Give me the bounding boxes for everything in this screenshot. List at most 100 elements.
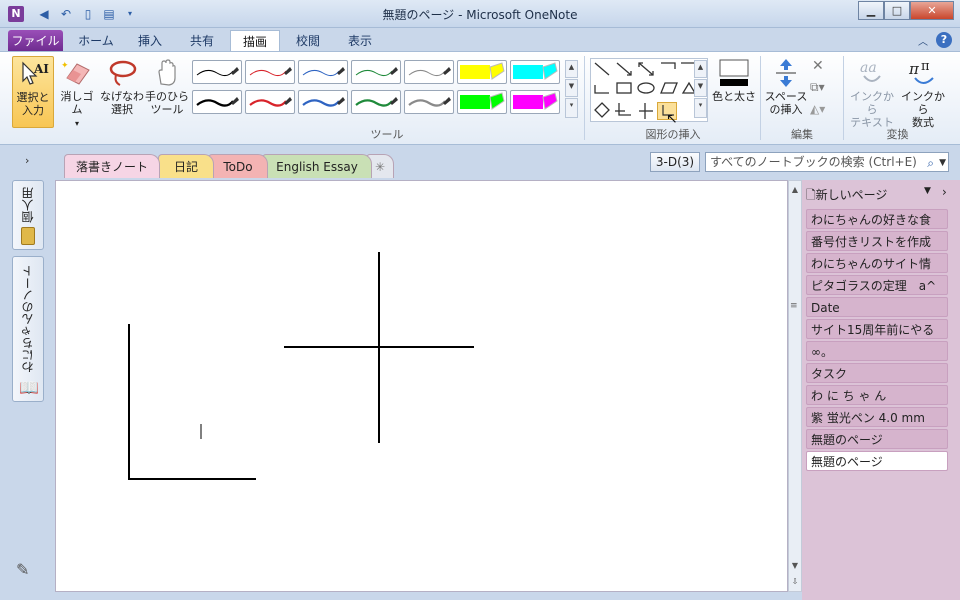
eraser-dropdown-icon[interactable]: ▾ bbox=[75, 119, 79, 128]
expand-navigation-icon[interactable]: › bbox=[25, 154, 29, 167]
page-item[interactable]: Date bbox=[806, 297, 948, 317]
eraser-button[interactable]: ✦ 消しゴム ▾ bbox=[56, 56, 98, 128]
shapes-down-icon[interactable]: ▼ bbox=[694, 79, 707, 97]
page-item[interactable]: 紫 蛍光ペン 4.0 mm bbox=[806, 407, 948, 427]
page-item[interactable]: ピタゴラスの定理 a^ bbox=[806, 275, 948, 295]
close-button[interactable]: ✕ bbox=[910, 1, 954, 20]
highlighter-icon bbox=[513, 92, 558, 110]
ink-to-math-icon: π π bbox=[908, 59, 934, 84]
shapes-icons bbox=[594, 62, 697, 119]
tab-view[interactable]: 表示 bbox=[336, 30, 384, 52]
section-tab-scratch[interactable]: 落書きノート bbox=[64, 154, 160, 178]
page-item[interactable]: 番号付きリストを作成 bbox=[806, 231, 948, 251]
search-notebooks-input[interactable]: すべてのノートブックの検索 (Ctrl+E) ⌕ ▼ bbox=[705, 152, 949, 172]
pen-swatch[interactable] bbox=[245, 90, 295, 114]
highlighter-swatch[interactable] bbox=[457, 60, 507, 84]
pen-swatch[interactable] bbox=[404, 90, 454, 114]
tab-share[interactable]: 共有 bbox=[178, 30, 226, 52]
pen-swatch[interactable] bbox=[351, 90, 401, 114]
notebook-personal[interactable]: 個人用 bbox=[12, 180, 44, 250]
section-3d-button[interactable]: 3-D(3) bbox=[650, 152, 700, 172]
pan-tool-button[interactable]: 手のひら ツール bbox=[145, 56, 189, 128]
section-tab-todo[interactable]: ToDo bbox=[208, 154, 268, 178]
pen-swatch[interactable] bbox=[404, 60, 454, 84]
section-tab-label: 落書きノート bbox=[75, 160, 148, 174]
section-tab-english-essay[interactable]: English Essay bbox=[262, 154, 372, 178]
expand-pages-icon[interactable]: › bbox=[942, 185, 947, 199]
eraser-label: 消しゴム bbox=[60, 90, 94, 116]
pen-swatch[interactable] bbox=[192, 90, 242, 114]
page-canvas[interactable] bbox=[55, 180, 788, 592]
page-item-current[interactable]: 無題のページ bbox=[806, 451, 948, 471]
pen-swatch[interactable] bbox=[245, 60, 295, 84]
pen-swatch[interactable] bbox=[298, 60, 348, 84]
ribbon-separator bbox=[584, 56, 585, 140]
highlighter-swatch[interactable] bbox=[510, 60, 560, 84]
page-item[interactable]: 無題のページ bbox=[806, 429, 948, 449]
notebook-wani-chan[interactable]: わにちゃんのノート 📖 bbox=[12, 256, 44, 402]
section-tab-label: ToDo bbox=[223, 160, 253, 174]
scroll-up-icon[interactable]: ▲ bbox=[789, 183, 801, 197]
pen-swatch[interactable] bbox=[192, 60, 242, 84]
select-and-type-button[interactable]: AI 選択と 入力 bbox=[12, 56, 54, 128]
svg-text:π: π bbox=[921, 59, 930, 74]
search-placeholder: すべてのノートブックの検索 (Ctrl+E) bbox=[710, 155, 917, 169]
open-notebook-icon: 📖 bbox=[19, 378, 39, 397]
lasso-select-button[interactable]: なげなわ 選択 bbox=[100, 56, 144, 128]
new-section-icon: ✳ bbox=[374, 160, 386, 174]
page-item[interactable]: わにちゃんの好きな食 bbox=[806, 209, 948, 229]
tab-file[interactable]: ファイル bbox=[8, 30, 63, 52]
lasso-icon bbox=[109, 60, 137, 86]
shapes-up-icon[interactable]: ▲ bbox=[694, 60, 707, 78]
new-page-button[interactable]: 🗋新しいページ ▼ › bbox=[806, 185, 956, 204]
tab-draw[interactable]: 描画 bbox=[230, 30, 280, 52]
minimize-button[interactable]: ▁ bbox=[858, 1, 884, 20]
new-page-icon: 🗋 bbox=[806, 188, 816, 202]
scroll-grip-icon[interactable]: ≡ bbox=[790, 301, 798, 311]
page-item[interactable]: ∞。 bbox=[806, 341, 948, 361]
pen-gallery-up-icon[interactable]: ▲ bbox=[565, 60, 578, 78]
pen-gallery-more-icon[interactable]: ▾ bbox=[565, 98, 578, 118]
shapes-more-icon[interactable]: ▾ bbox=[694, 98, 707, 118]
new-page-dropdown-icon[interactable]: ▼ bbox=[924, 186, 931, 196]
diamond-shape-icon bbox=[594, 102, 610, 118]
page-item[interactable]: わにちゃんのサイト情 bbox=[806, 253, 948, 273]
maximize-button[interactable]: □ bbox=[884, 1, 910, 20]
pen-gallery-down-icon[interactable]: ▼ bbox=[565, 79, 578, 97]
hand-icon bbox=[158, 59, 176, 86]
tab-insert[interactable]: 挿入 bbox=[126, 30, 174, 52]
scroll-down-icon[interactable]: ▼ bbox=[789, 559, 801, 573]
pen-icon bbox=[249, 67, 292, 77]
highlighter-swatch[interactable] bbox=[510, 90, 560, 114]
page-item[interactable]: タスク bbox=[806, 363, 948, 383]
search-icon[interactable]: ⌕ bbox=[927, 154, 934, 172]
close-icon: ✕ bbox=[927, 4, 937, 17]
unfiled-notes-icon[interactable]: ✎ bbox=[16, 560, 29, 579]
tab-home[interactable]: ホーム bbox=[70, 30, 122, 52]
section-tab-diary[interactable]: 日記 bbox=[158, 154, 214, 178]
arrange-icon[interactable]: ⧉▾ bbox=[810, 80, 825, 95]
convert-group-label: 変換 bbox=[886, 128, 909, 141]
ink-to-math-button[interactable]: π π インクから 数式 bbox=[898, 56, 948, 129]
color-and-width-button[interactable]: 色と太さ bbox=[710, 56, 758, 128]
page-item[interactable]: サイト15周年前にやる bbox=[806, 319, 948, 339]
svg-text:✦: ✦ bbox=[61, 61, 69, 71]
color-and-width-label: 色と太さ bbox=[712, 90, 756, 103]
page-item[interactable]: わ に ち ゃ ん bbox=[806, 385, 948, 405]
search-dropdown-icon[interactable]: ▼ bbox=[939, 154, 946, 172]
pen-swatch[interactable] bbox=[351, 60, 401, 84]
insert-space-button[interactable]: スペース の挿入 bbox=[763, 56, 809, 128]
rotate-icon[interactable]: ◭▾ bbox=[810, 102, 825, 116]
ink-to-text-label: インクから テキスト bbox=[850, 90, 894, 129]
scroll-page-icon[interactable]: ⇩ bbox=[789, 575, 801, 589]
ink-drawing bbox=[128, 252, 474, 480]
help-icon[interactable]: ? bbox=[936, 32, 952, 48]
delete-icon[interactable]: ✕ bbox=[812, 58, 824, 74]
pen-swatch[interactable] bbox=[298, 90, 348, 114]
highlighter-icon bbox=[460, 62, 505, 80]
ink-to-text-button[interactable]: aa インクから テキスト bbox=[846, 56, 898, 129]
collapse-ribbon-icon[interactable]: ︿ bbox=[918, 33, 928, 48]
page-scrollbar[interactable]: ▲ ≡ ▼ ⇩ bbox=[788, 180, 802, 592]
highlighter-swatch[interactable] bbox=[457, 90, 507, 114]
tab-review[interactable]: 校閲 bbox=[284, 30, 332, 52]
